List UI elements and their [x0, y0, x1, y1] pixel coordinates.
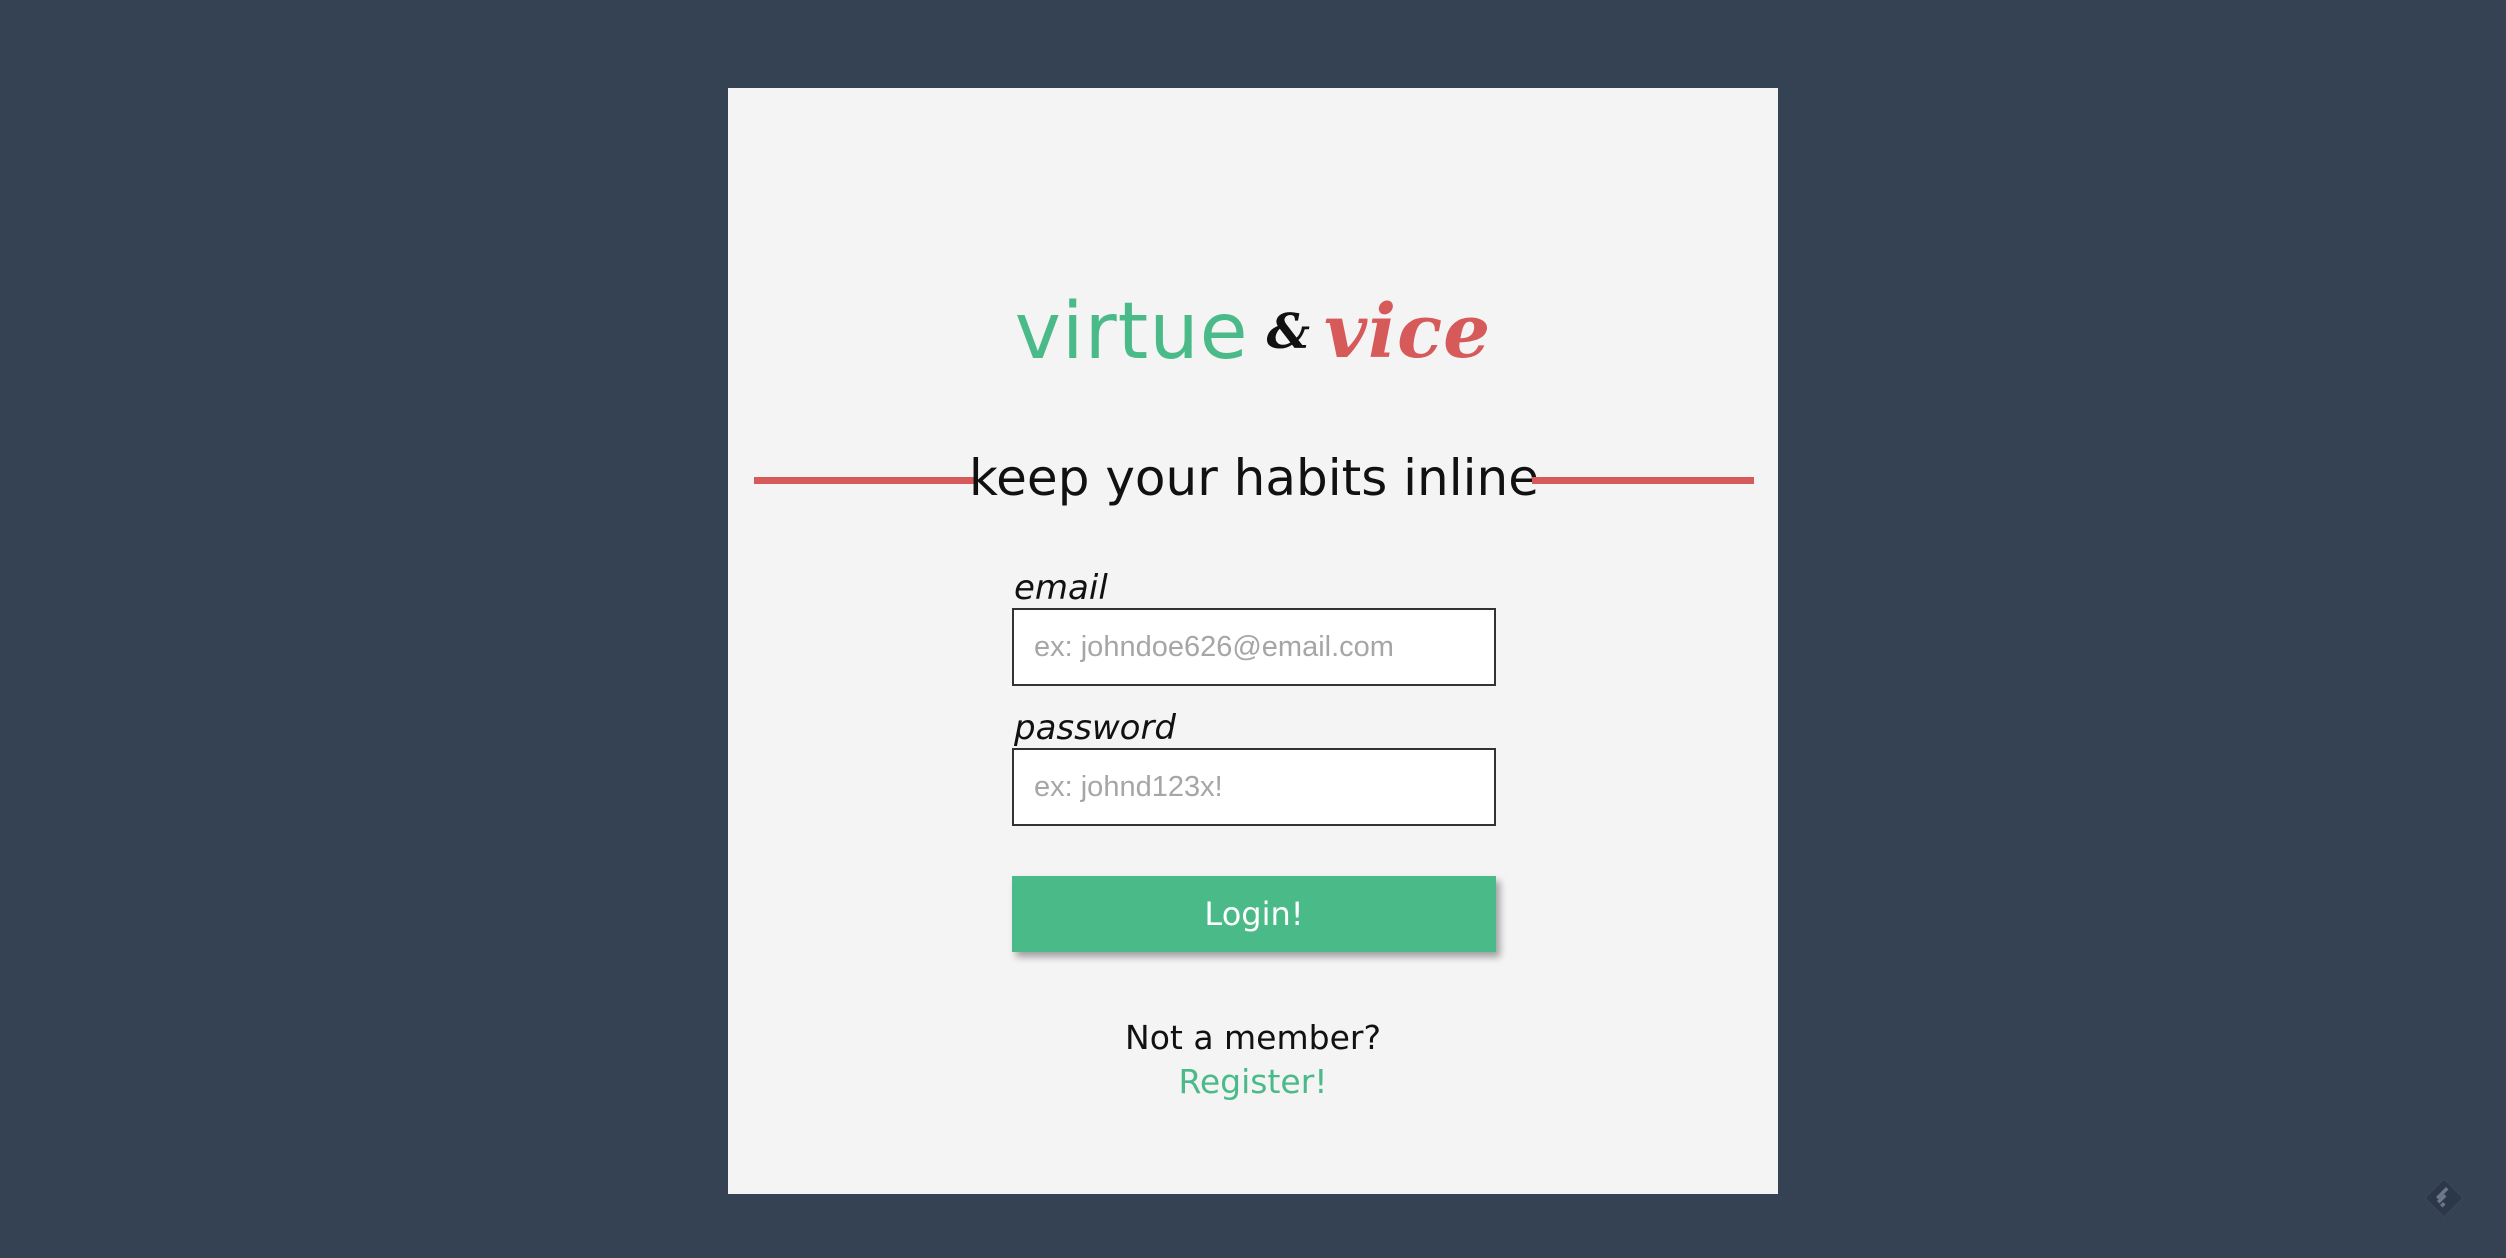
email-field[interactable]: [1012, 608, 1496, 686]
password-group: password: [1012, 708, 1496, 826]
tagline-divider-right: [1532, 477, 1754, 484]
password-label: password: [1014, 708, 1177, 748]
register-prompt: Not a member? Register!: [728, 1016, 1778, 1104]
login-button[interactable]: Login!: [1012, 876, 1496, 952]
login-form: email password Login!: [1012, 568, 1496, 952]
email-label: email: [1014, 568, 1108, 608]
not-member-text: Not a member?: [1125, 1018, 1381, 1057]
login-card: virtue & vice keep your habits inline emai…: [728, 88, 1778, 1194]
feedly-icon[interactable]: [2422, 1176, 2466, 1220]
logo-virtue-text: virtue: [1014, 287, 1249, 377]
app-logo: virtue & vice: [728, 293, 1778, 371]
password-field[interactable]: [1012, 748, 1496, 826]
register-link[interactable]: Register!: [1178, 1060, 1327, 1104]
logo-ampersand: &: [1266, 304, 1310, 360]
logo-vice-text: vice: [1324, 289, 1492, 375]
email-group: email: [1012, 568, 1496, 686]
tagline-row: keep your habits inline: [754, 443, 1754, 513]
